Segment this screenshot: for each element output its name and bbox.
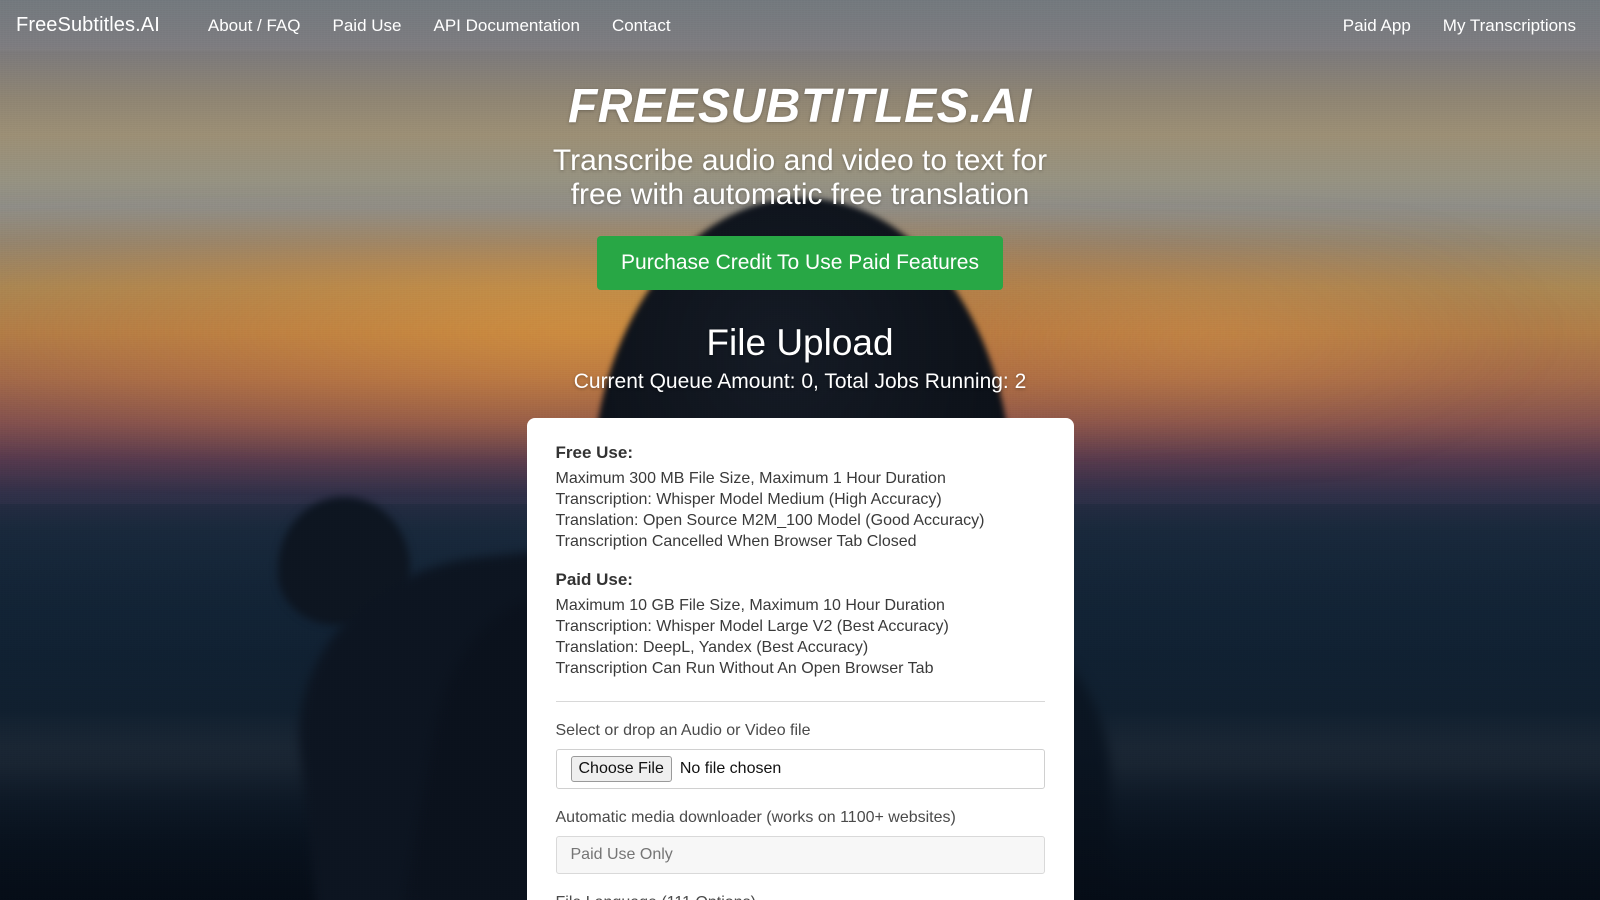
choose-file-button[interactable]: Choose File (570, 755, 672, 783)
media-downloader-label: Automatic media downloader (works on 110… (555, 808, 956, 826)
hero-tagline-line-2: free with automatic free translation (570, 178, 1030, 212)
hero-section: FREESUBTITLES.AI Transcribe audio and vi… (0, 51, 1600, 394)
purchase-credit-button[interactable]: Purchase Credit To Use Paid Features (597, 235, 1003, 290)
navbar-left-group: FreeSubtitles.AI About / FAQ Paid Use AP… (16, 8, 687, 44)
nav-link-paid-app[interactable]: Paid App (1327, 8, 1427, 44)
hero-tagline: Transcribe audio and video to text for f… (0, 144, 1600, 212)
queue-status-text: Current Queue Amount: 0, Total Jobs Runn… (573, 370, 1027, 394)
free-use-line: Transcription: Whisper Model Medium (Hig… (555, 490, 942, 508)
media-downloader-input[interactable] (555, 835, 1045, 874)
site-title: FREESUBTITLES.AI (567, 80, 1033, 133)
file-upload-card: Free Use: Maximum 300 MB File Size, Maxi… (526, 418, 1074, 900)
paid-use-line: Maximum 10 GB File Size, Maximum 10 Hour… (555, 596, 945, 614)
paid-use-line: Translation: DeepL, Yandex (Best Accurac… (555, 638, 869, 656)
free-use-line: Transcription Cancelled When Browser Tab… (555, 533, 917, 551)
brand-logo[interactable]: FreeSubtitles.AI (16, 14, 160, 37)
nav-link-contact[interactable]: Contact (596, 8, 687, 44)
file-chosen-status: No file chosen (679, 759, 782, 777)
navbar-right-group: Paid App My Transcriptions (1327, 8, 1584, 44)
paid-use-line: Transcription: Whisper Model Large V2 (B… (555, 617, 949, 635)
section-divider (555, 701, 1045, 703)
file-language-label: File Language (111 Options) (556, 893, 1045, 900)
file-input[interactable]: Choose File No file chosen (555, 748, 1045, 789)
free-use-block: Free Use: Maximum 300 MB File Size, Maxi… (556, 440, 1045, 552)
page-title: File Upload (706, 321, 894, 363)
paid-use-heading: Paid Use: (555, 570, 633, 590)
free-use-line: Translation: Open Source M2M_100 Model (… (555, 511, 985, 529)
free-use-heading: Free Use: (555, 443, 633, 463)
free-use-line: Maximum 300 MB File Size, Maximum 1 Hour… (555, 469, 946, 487)
paid-use-block: Paid Use: Maximum 10 GB File Size, Maxim… (556, 567, 1045, 679)
paid-use-line: Transcription Can Run Without An Open Br… (555, 660, 934, 678)
nav-link-about-faq[interactable]: About / FAQ (192, 8, 317, 44)
nav-link-api-documentation[interactable]: API Documentation (417, 8, 595, 44)
file-upload-label: Select or drop an Audio or Video file (555, 722, 811, 740)
hero-tagline-line-1: Transcribe audio and video to text for (552, 144, 1048, 178)
top-navigation-bar: FreeSubtitles.AI About / FAQ Paid Use AP… (0, 0, 1600, 51)
nav-link-my-transcriptions[interactable]: My Transcriptions (1427, 8, 1584, 44)
nav-link-paid-use[interactable]: Paid Use (317, 8, 418, 44)
